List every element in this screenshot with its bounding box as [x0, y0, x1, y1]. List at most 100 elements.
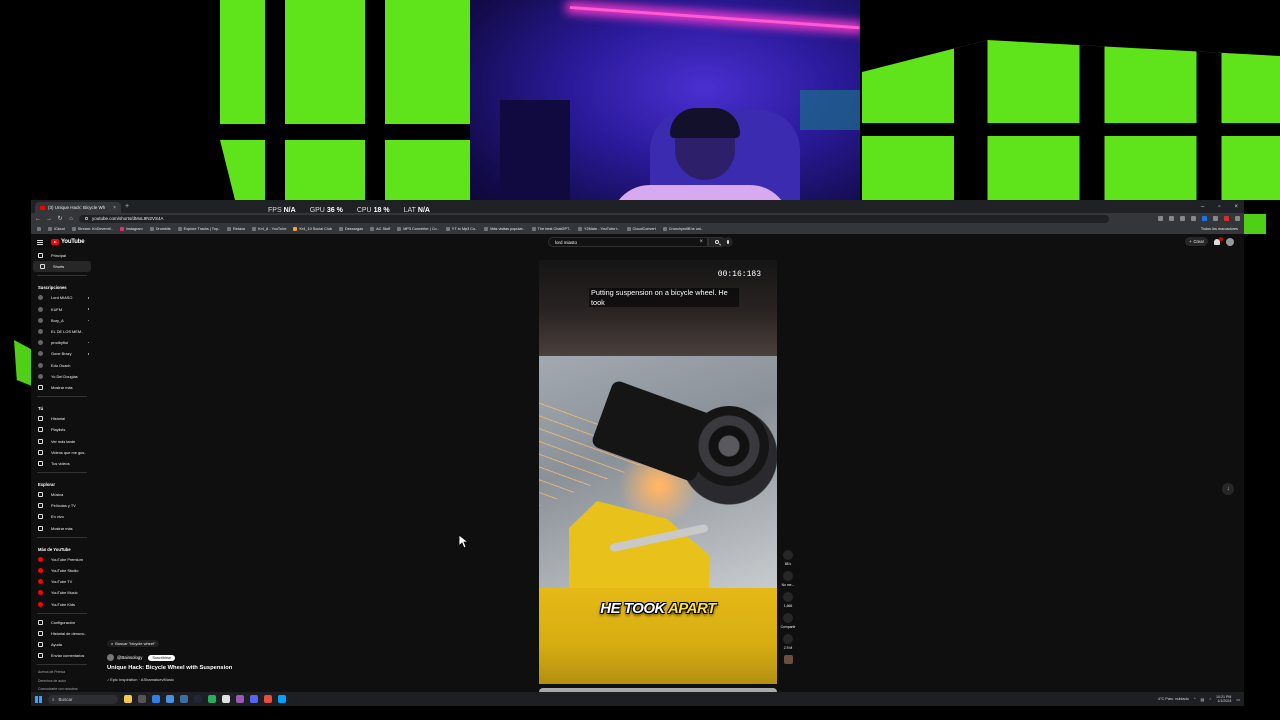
sidebar-footer-link[interactable]: Derechos de autor: [31, 677, 93, 686]
steam-icon[interactable]: [194, 695, 202, 703]
sidebar-item-shorts[interactable]: Shorts: [33, 261, 91, 273]
extension-red-icon[interactable]: [1224, 216, 1229, 221]
network-icon[interactable]: ▤: [1201, 697, 1205, 702]
sidebar-item-youtube-kids[interactable]: YouTube Kids: [31, 599, 93, 610]
sidebar-item-enviar-comentarios[interactable]: Enviar comentarios: [31, 650, 93, 661]
apps-icon[interactable]: [37, 227, 41, 231]
menu-dots-icon[interactable]: [1235, 216, 1240, 221]
bookmark-stream-kndevenril[interactable]: Stream: KnDevenril..: [71, 227, 113, 231]
bookmark-instagram[interactable]: Instagram: [119, 227, 143, 231]
bookmark-m-s-visitas-popular[interactable]: Más visitas popular..: [484, 227, 525, 231]
bookmark-drumkits[interactable]: Drumkits: [149, 227, 171, 231]
task-view-icon[interactable]: [138, 695, 146, 703]
sidebar-item-yo-dei-douglas[interactable]: Yo Dei Douglas: [31, 371, 93, 382]
like-action[interactable]: 88 k: [783, 550, 793, 566]
sidebar-heading-subscriptions[interactable]: Suscripciones: [31, 279, 93, 292]
sidebar-item-historial-de-denunc[interactable]: Historial de denunc..: [31, 628, 93, 639]
sidebar-item-el-de-los-mem[interactable]: EL DE LOS MEM..: [31, 326, 93, 337]
windows-start-icon[interactable]: [35, 695, 42, 703]
shorts-player[interactable]: 00:16:183 Putting suspension on a bicycl…: [539, 260, 777, 684]
share-action[interactable]: Compartir: [781, 613, 795, 629]
sidebar-item-playlists[interactable]: Playlists: [31, 424, 93, 435]
menu-icon[interactable]: [37, 239, 43, 245]
sidebar-show-more-explore[interactable]: Mostrar más: [31, 523, 93, 534]
sidebar-show-more-subs[interactable]: Mostrar más: [31, 382, 93, 393]
translate-icon[interactable]: [1169, 216, 1174, 221]
sidebar-item-youtube-studio[interactable]: YouTube Studio: [31, 565, 93, 576]
tray-chevron-icon[interactable]: ^: [1194, 697, 1196, 701]
tab-close-icon[interactable]: ×: [113, 205, 116, 211]
sidebar-item-configuraci-n[interactable]: Configuración: [31, 617, 93, 628]
subscribe-button[interactable]: Suscribirse: [148, 654, 176, 661]
sidebar-item-m-sica[interactable]: Música: [31, 489, 93, 500]
sidebar-item-ayuda[interactable]: Ayuda: [31, 639, 93, 650]
bookmark-explore-tracks-top[interactable]: Explore Tracks | Top..: [177, 227, 220, 231]
widgets-icon[interactable]: [124, 695, 132, 703]
bookmark-crunchyrollb-te-uni[interactable]: CrunchyrollB te uni..: [662, 227, 703, 231]
notification-center-icon[interactable]: ▭: [1236, 697, 1240, 702]
share-icon[interactable]: [783, 613, 793, 623]
dislike-icon[interactable]: [782, 571, 793, 581]
file-explorer-icon[interactable]: [166, 695, 174, 703]
sidebar-item-historial[interactable]: Historial: [31, 413, 93, 424]
comment-action[interactable]: 1,666: [783, 592, 793, 608]
sidebar-item-youtube-music[interactable]: YouTube Music: [31, 587, 93, 598]
remix-icon[interactable]: [783, 634, 793, 644]
sidebar-heading-you[interactable]: Tú: [31, 400, 93, 413]
bookmark-mp3-converter-co[interactable]: MP3 Converter | Co..: [397, 227, 439, 231]
sidebar-item-pel-culas-y-tv[interactable]: Películas y TV: [31, 500, 93, 511]
zoom-icon[interactable]: [1158, 216, 1163, 221]
notifications-icon[interactable]: [1214, 236, 1223, 245]
volume-icon[interactable]: ♪: [1209, 697, 1211, 701]
bookmark-kr4-8-youtube[interactable]: Kr4_8 - YouTube: [252, 227, 286, 231]
voice-search-button[interactable]: [723, 237, 733, 247]
bookmark-y2mate-youtube-t[interactable]: Y2Mate - YouTube t..: [578, 227, 620, 231]
youtube-logo[interactable]: YouTube: [51, 239, 85, 245]
app-icon[interactable]: [208, 695, 216, 703]
new-tab-button[interactable]: +: [125, 203, 129, 210]
weather-text[interactable]: 4°C Parc. nublado: [1158, 697, 1189, 701]
maximize-button[interactable]: ▫: [1218, 204, 1220, 210]
extension-icon[interactable]: [1191, 216, 1196, 221]
next-video-button[interactable]: ↓: [1222, 483, 1234, 495]
bookmark-icloud[interactable]: iCloud: [48, 227, 65, 231]
forward-button[interactable]: →: [46, 216, 52, 222]
comment-icon[interactable]: [783, 592, 793, 602]
sidebar-item-youtube-tv[interactable]: YouTube TV: [31, 576, 93, 587]
sidebar-item-prodbyfiui[interactable]: prodbyfiui: [31, 337, 93, 348]
bookmark-yt-to-mp3-co[interactable]: YT to Mp3 Co..: [445, 227, 477, 231]
sidebar-item-videos-que-me-gus[interactable]: Videos que me gus..: [31, 447, 93, 458]
sidebar-footer-link[interactable]: Acerca de Prensa: [31, 668, 93, 677]
sidebar-item-en-vivo[interactable]: En vivo: [31, 511, 93, 522]
clock[interactable]: 10:21 PM 1/1/2024: [1216, 695, 1231, 703]
tab-youtube[interactable]: (3) Unique Hack: Bicycle Wh ×: [35, 202, 121, 213]
site-info-icon[interactable]: [85, 217, 88, 220]
all-bookmarks[interactable]: Todos los marcadores: [1201, 227, 1238, 231]
bookmark-descargas[interactable]: Descargas: [338, 227, 363, 231]
close-window-button[interactable]: ×: [1234, 204, 1238, 210]
sidebar-item-lord-miaso[interactable]: Lord MIASO: [31, 292, 93, 303]
bookmark-cloudconvert[interactable]: CloudConvert: [626, 227, 656, 231]
sidebar-item-tus-videos[interactable]: Tus videos: [31, 458, 93, 469]
obs-icon[interactable]: [236, 695, 244, 703]
like-icon[interactable]: [783, 550, 793, 560]
search-suggestion-chip[interactable]: ⌕ Buscar "bicycle wheel": [107, 640, 160, 647]
app-red-icon[interactable]: [264, 695, 272, 703]
profile-icon[interactable]: [1213, 216, 1218, 221]
channel-avatar[interactable]: [107, 654, 114, 661]
sidebar-icon[interactable]: [1202, 216, 1207, 221]
sidebar-item-youtube-premium[interactable]: YouTube Premium: [31, 554, 93, 565]
sidebar-item-bory-a[interactable]: Bory_A: [31, 315, 93, 326]
clear-search-icon[interactable]: ×: [699, 239, 703, 245]
bookmark-star-icon[interactable]: [1180, 216, 1185, 221]
search-input[interactable]: lord miasto ×: [548, 237, 708, 247]
home-button[interactable]: ⌂: [68, 216, 74, 222]
bookmark-the-best-chatgpt[interactable]: The best ChatGPT..: [531, 227, 571, 231]
bookmark-retaxo[interactable]: Retaxo: [227, 227, 245, 231]
sound-thumbnail[interactable]: [783, 655, 793, 664]
back-button[interactable]: ←: [35, 216, 41, 222]
bookmark-ac-stuff[interactable]: AC Stuff: [370, 227, 390, 231]
reload-button[interactable]: ↻: [57, 215, 63, 222]
music-credit[interactable]: ♪ Epic Inspiration · AShamaluevMusic: [107, 677, 407, 682]
bookmark-kr4-10-social-club[interactable]: Kr4_10 Social Club: [293, 227, 332, 231]
